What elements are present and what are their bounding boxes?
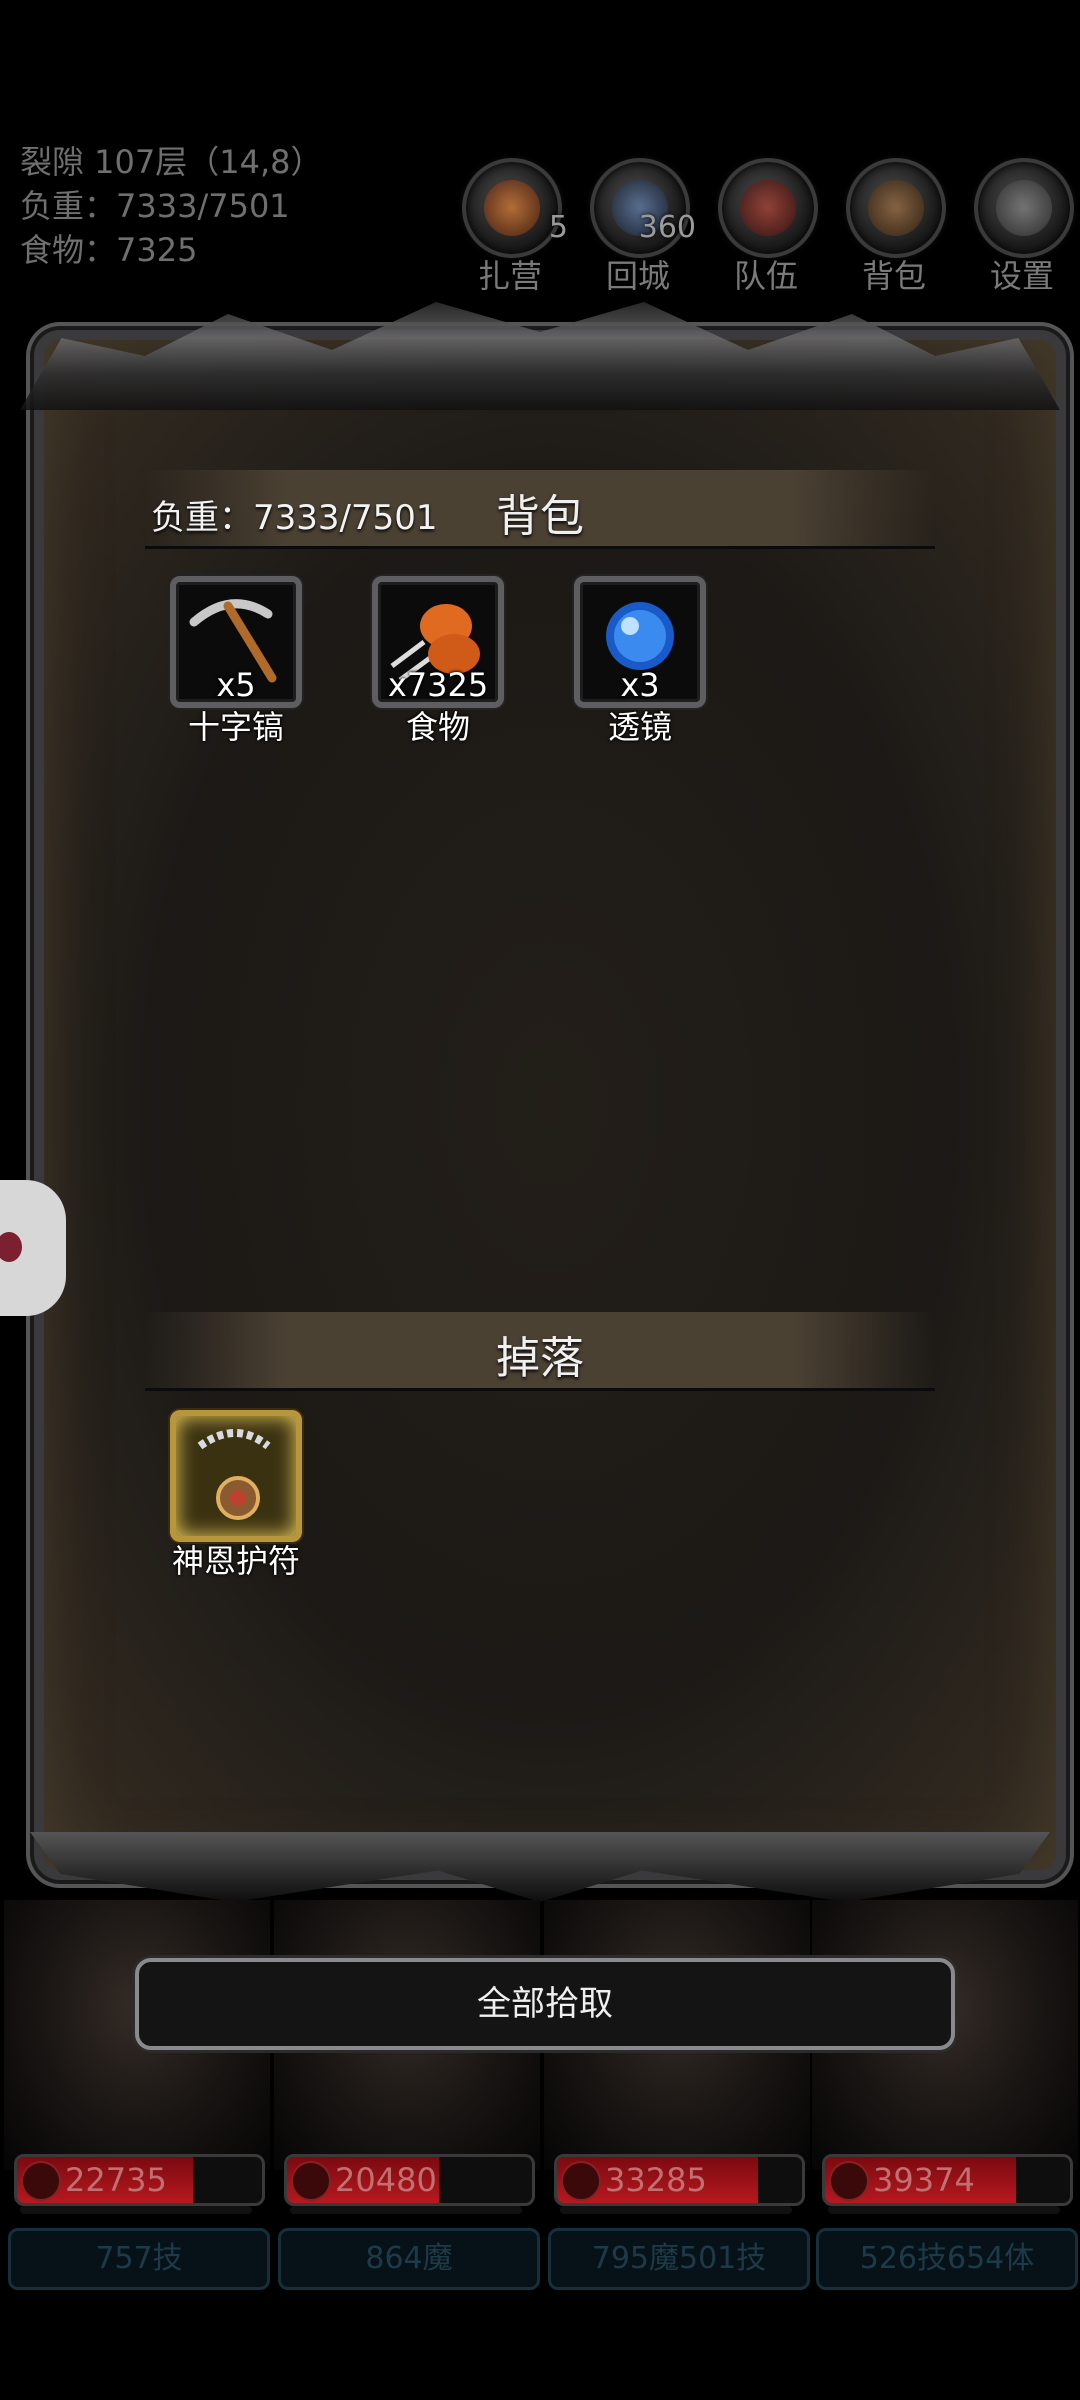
team-icon [718,158,818,258]
hp-icon [561,2161,601,2201]
campfire-icon [462,158,562,258]
food-icon: x7325 [372,576,504,708]
top-menu: 5 扎营 360 回城 队伍 背包 设置 [462,158,1074,295]
inventory-panel [34,330,1066,1880]
backpack-button[interactable]: 背包 [846,158,946,295]
hero-mp-bar [20,2206,252,2214]
hero-stat: 757技 [8,2228,270,2290]
settings-label: 设置 [989,257,1054,295]
hp-icon [829,2161,869,2201]
lens-icon: x3 [574,576,706,708]
drops-title: 掉落 [496,1333,584,1384]
hero-stat: 864魔 [278,2228,540,2290]
return-town-count: 360 [638,210,696,245]
panel-frame-top [20,302,1060,410]
hero-hp-bar: 20480 [284,2154,535,2206]
item-food[interactable]: x7325 食物 [368,576,508,748]
weight-label: 负重：7333/7501 [20,187,290,225]
camp-button[interactable]: 5 扎营 [462,158,568,295]
item-name: 神恩护符 [171,1542,300,1580]
camp-count: 5 [548,210,568,245]
amulet-icon [170,1410,302,1542]
pickaxe-icon: x5 [170,576,302,708]
backpack-icon [846,158,946,258]
panel-frame-bottom [30,1832,1050,1902]
item-pickaxe[interactable]: x5 十字镐 [166,576,306,748]
pickup-all-button[interactable]: 全部拾取 [135,1958,955,2050]
team-button[interactable]: 队伍 [718,158,818,295]
return-town-label: 回城 [605,257,670,295]
return-town-button[interactable]: 360 回城 [590,158,696,295]
team-label: 队伍 [733,257,798,295]
hero-hp-value: 22735 [65,2161,167,2199]
gear-icon [974,158,1074,258]
settings-button[interactable]: 设置 [974,158,1074,295]
backpack-title: 背包 [496,491,584,542]
side-float-button[interactable] [0,1180,66,1316]
item-count: x7325 [387,666,489,704]
item-name: 透镜 [607,708,672,746]
hp-icon [21,2161,61,2201]
hero-hp-value: 39374 [873,2161,975,2199]
backpack-header: 负重：7333/7501 背包 [145,470,935,549]
backpack-label: 背包 [861,257,926,295]
status-info: 裂隙 107层（14,8） 负重：7333/7501 食物：7325 [20,140,323,272]
hero-hp-bar: 22735 [14,2154,265,2206]
location-label: 裂隙 107层（14,8） [20,143,323,181]
item-count: x3 [620,666,660,704]
camp-label: 扎营 [477,257,542,295]
item-amulet[interactable]: 神恩护符 [166,1410,306,1582]
hero-hp-bar: 33285 [554,2154,805,2206]
hp-icon [291,2161,331,2201]
hero-hp-bar: 39374 [822,2154,1073,2206]
item-name: 十字镐 [187,708,284,746]
item-count: x5 [216,666,256,704]
drops-header: 掉落 [145,1312,935,1391]
hero-mp-bar [560,2206,792,2214]
item-lens[interactable]: x3 透镜 [570,576,710,748]
hero-stat: 795魔501技 [548,2228,810,2290]
food-label: 食物：7325 [20,231,198,269]
avatar-icon [0,1232,22,1262]
hero-hp-value: 33285 [605,2161,707,2199]
hero-stat: 526技654体 [816,2228,1078,2290]
hero-mp-bar [290,2206,522,2214]
item-name: 食物 [405,708,470,746]
hero-mp-bar [828,2206,1060,2214]
hero-hp-value: 20480 [335,2161,437,2199]
